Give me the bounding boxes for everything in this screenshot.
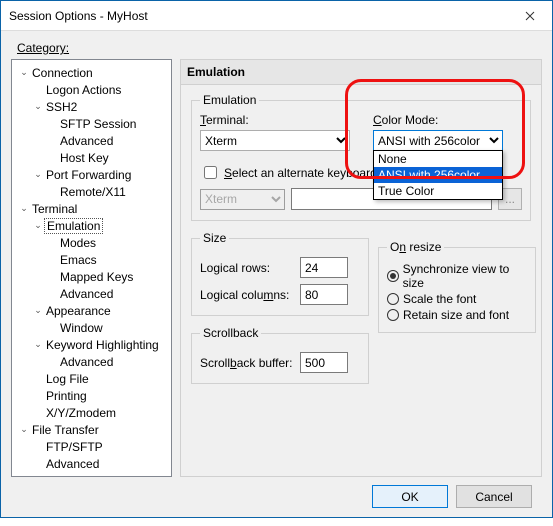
category-label: Category:: [17, 41, 542, 55]
rows-label: Logical rows:: [200, 261, 300, 275]
terminal-select[interactable]: Xterm: [200, 130, 350, 151]
tree-window[interactable]: Window: [14, 319, 169, 336]
terminal-label: Terminal:: [200, 113, 355, 127]
color-mode-dropdown[interactable]: None ANSI with 256color True Color: [373, 150, 503, 200]
chevron-down-icon[interactable]: ⌄: [32, 101, 44, 112]
tree-sftp-session[interactable]: SFTP Session: [14, 115, 169, 132]
radio-icon: [387, 293, 399, 305]
tree-advanced-emu[interactable]: Advanced: [14, 285, 169, 302]
tree-printing[interactable]: Printing: [14, 387, 169, 404]
tree-modes[interactable]: Modes: [14, 234, 169, 251]
tree-advanced-ssh[interactable]: Advanced: [14, 132, 169, 149]
alt-keyboard-select: Xterm: [200, 189, 285, 210]
tree-xyzmodem[interactable]: X/Y/Zmodem: [14, 404, 169, 421]
chevron-down-icon[interactable]: ⌄: [32, 339, 44, 350]
main-row: ⌄Connection Logon Actions ⌄SSH2 SFTP Ses…: [11, 59, 542, 477]
cancel-button[interactable]: Cancel: [456, 485, 532, 508]
cols-label: Logical columns:: [200, 288, 300, 302]
window-title: Session Options - MyHost: [9, 9, 507, 23]
rows-input[interactable]: [300, 257, 348, 278]
radio-icon: [387, 270, 399, 282]
tree-connection[interactable]: ⌄Connection: [14, 64, 169, 81]
dialog-window: Session Options - MyHost Category: ⌄Conn…: [0, 0, 553, 518]
tree-emacs[interactable]: Emacs: [14, 251, 169, 268]
color-mode-select[interactable]: ANSI with 256color: [373, 130, 503, 151]
tree-ftpsftp[interactable]: FTP/SFTP: [14, 438, 169, 455]
chevron-down-icon[interactable]: ⌄: [32, 305, 44, 316]
tree-emulation[interactable]: ⌄Emulation: [14, 217, 169, 234]
tree-ssh2[interactable]: ⌄SSH2: [14, 98, 169, 115]
color-mode-option-ansi256[interactable]: ANSI with 256color: [374, 167, 502, 183]
tree-file-transfer[interactable]: ⌄File Transfer: [14, 421, 169, 438]
resize-group: On resize Synchronize view to size Scale…: [378, 240, 536, 333]
radio-icon: [387, 309, 399, 321]
tree-host-key[interactable]: Host Key: [14, 149, 169, 166]
content-area: Category: ⌄Connection Logon Actions ⌄SSH…: [1, 31, 552, 526]
close-icon: [525, 11, 535, 21]
tree-remote-x11[interactable]: Remote/X11: [14, 183, 169, 200]
scrollback-input[interactable]: [300, 352, 348, 373]
emulation-legend: Emulation: [200, 93, 259, 107]
resize-legend: On resize: [387, 240, 444, 254]
tree-advanced-kw[interactable]: Advanced: [14, 353, 169, 370]
color-mode-option-true[interactable]: True Color: [374, 183, 502, 199]
ok-button[interactable]: OK: [372, 485, 448, 508]
chevron-down-icon[interactable]: ⌄: [18, 203, 30, 214]
resize-sync[interactable]: Synchronize view to size: [387, 262, 529, 290]
emulation-group: Emulation Terminal: Xterm Color Mode:: [191, 93, 531, 221]
chevron-down-icon[interactable]: ⌄: [18, 67, 30, 78]
section-title: Emulation: [180, 59, 542, 85]
tree-log-file[interactable]: Log File: [14, 370, 169, 387]
tree-port-forwarding[interactable]: ⌄Port Forwarding: [14, 166, 169, 183]
right-panel: Emulation Emulation Terminal: Xterm: [180, 59, 542, 477]
close-button[interactable]: [507, 1, 552, 31]
size-legend: Size: [200, 231, 229, 245]
size-group: Size Logical rows: Logical columns:: [191, 231, 369, 316]
chevron-down-icon[interactable]: ⌄: [32, 220, 44, 231]
tree-mapped-keys[interactable]: Mapped Keys: [14, 268, 169, 285]
scrollback-label: Scrollback buffer:: [200, 356, 300, 370]
alt-keyboard-checkbox-input[interactable]: [204, 166, 217, 179]
resize-scale[interactable]: Scale the font: [387, 292, 529, 306]
color-mode-label: Color Mode:: [373, 113, 522, 127]
scrollback-legend: Scrollback: [200, 326, 261, 340]
tree-terminal[interactable]: ⌄Terminal: [14, 200, 169, 217]
chevron-down-icon[interactable]: ⌄: [32, 169, 44, 180]
tree-appearance[interactable]: ⌄Appearance: [14, 302, 169, 319]
scrollback-group: Scrollback Scrollback buffer:: [191, 326, 369, 384]
color-mode-option-none[interactable]: None: [374, 151, 502, 167]
tree-logon-actions[interactable]: Logon Actions: [14, 81, 169, 98]
resize-retain[interactable]: Retain size and font: [387, 308, 529, 322]
chevron-down-icon[interactable]: ⌄: [18, 424, 30, 435]
tree-advanced-ft[interactable]: Advanced: [14, 455, 169, 472]
category-tree[interactable]: ⌄Connection Logon Actions ⌄SSH2 SFTP Ses…: [11, 59, 172, 477]
button-row: OK Cancel: [11, 477, 542, 518]
cols-input[interactable]: [300, 284, 348, 305]
tree-keyword-highlighting[interactable]: ⌄Keyword Highlighting: [14, 336, 169, 353]
right-body: Emulation Terminal: Xterm Color Mode:: [180, 85, 542, 477]
titlebar: Session Options - MyHost: [1, 1, 552, 31]
